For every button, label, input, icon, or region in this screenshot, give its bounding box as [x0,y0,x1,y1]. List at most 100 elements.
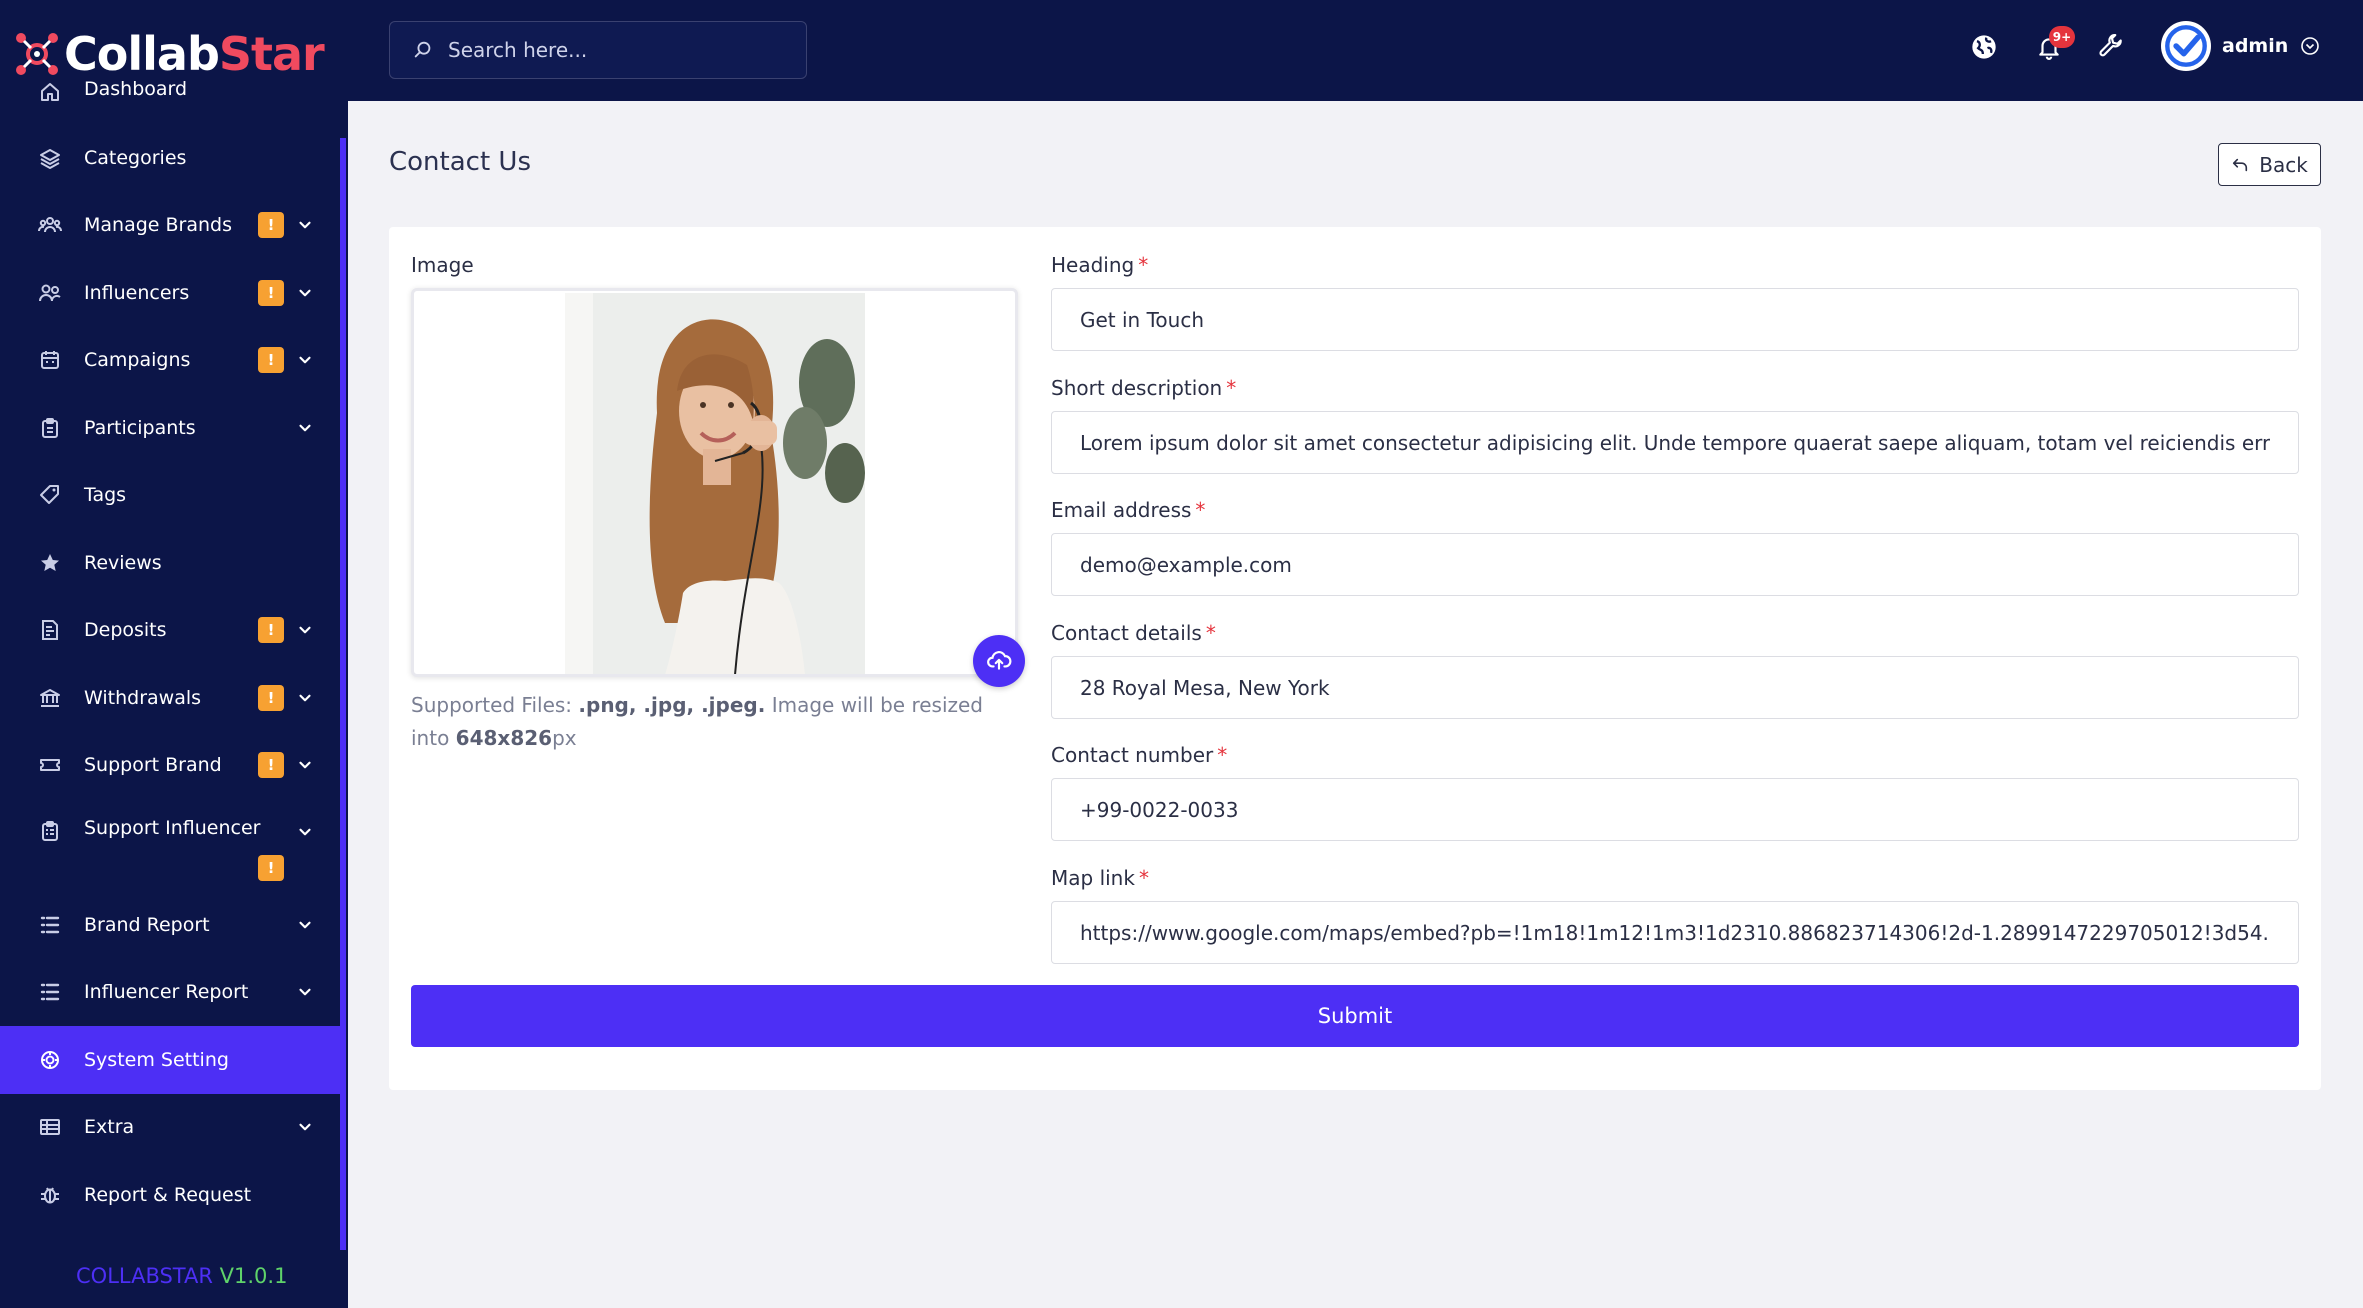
sidebar-scrollbar[interactable] [340,138,346,1250]
layers-icon [36,144,64,172]
sidebar-item-withdrawals[interactable]: Withdrawals! [0,664,340,732]
contact-details-field[interactable] [1051,656,2299,719]
contact-details-label: Contact details * [1051,621,1216,645]
brand-name: CollabStar [64,27,325,81]
email-field[interactable] [1051,533,2299,596]
verified-check-icon [2165,25,2207,67]
image-help-text: Supported Files: .png, .jpg, .jpeg. Imag… [411,693,983,750]
alert-badge: ! [258,855,284,881]
heading-field[interactable] [1051,288,2299,351]
upload-image-button[interactable] [973,635,1025,687]
alert-badge: ! [258,212,284,239]
email-label: Email address * [1051,498,1206,522]
sidebar-item-deposits[interactable]: Deposits! [0,597,340,665]
username[interactable]: admin [2222,35,2288,57]
logo-mark-icon [16,33,58,75]
sidebar-item-label: Categories [84,146,187,169]
sidebar-item-label: Tags [84,484,127,507]
brand-logo[interactable]: CollabStar [12,22,325,86]
sidebar-item-label: Report & Request [84,1183,252,1206]
receipt-icon [36,616,64,644]
back-button[interactable]: Back [2218,143,2321,186]
contact-number-input[interactable] [1052,779,2298,840]
chevron-down-icon[interactable] [294,619,316,641]
sidebar-item-label: Support Brand [84,754,222,777]
contact-form-card: Image Supported Files: .png, .jpg, .jpeg… [389,227,2321,1090]
sidebar-item-participants[interactable]: Participants [0,394,340,462]
heading-label: Heading * [1051,253,1149,277]
search-icon [414,41,431,58]
sidebar-item-support-influencer[interactable]: Support Influencer! [0,799,340,891]
users-group-icon [36,211,64,239]
clipboard-list-icon [36,817,64,845]
sidebar-item-label: Reviews [84,551,162,574]
cloud-upload-icon [987,651,1012,670]
settings-icon [36,1046,64,1074]
sidebar-item-dashboard[interactable]: Dashboard [0,78,340,124]
alert-badge: ! [258,279,284,306]
sidebar-item-brand-report[interactable]: Brand Report [0,891,340,959]
chevron-down-icon[interactable] [294,214,316,236]
sidebar-item-label: Influencers [84,281,190,304]
avatar[interactable] [2161,21,2211,71]
alert-badge: ! [258,617,284,644]
wrench-icon[interactable] [2095,30,2129,64]
contact-number-label: Contact number * [1051,743,1228,767]
chevron-down-icon[interactable] [294,349,316,371]
list-icon [36,978,64,1006]
sidebar-item-label: Dashboard [84,78,188,100]
table-icon [36,1113,64,1141]
chevron-down-icon[interactable] [294,914,316,936]
sidebar-item-label: Brand Report [84,913,210,936]
heading-input[interactable] [1052,289,2298,350]
language-globe-icon[interactable] [1967,30,2001,64]
email-input[interactable] [1052,534,2298,595]
search-bar[interactable] [389,21,807,79]
submit-button[interactable]: Submit [411,985,2299,1047]
chevron-down-icon[interactable] [294,687,316,709]
chevron-down-circle-icon[interactable] [2300,36,2320,56]
sidebar-item-label: Withdrawals [84,686,202,709]
top-header: 9+ admin [348,0,2363,101]
sidebar-item-extra[interactable]: Extra [0,1094,340,1162]
chevron-down-icon[interactable] [294,821,316,843]
chevron-down-icon[interactable] [294,754,316,776]
chevron-down-icon[interactable] [294,417,316,439]
map-link-input[interactable] [1052,902,2298,963]
home-icon [36,78,64,106]
sidebar-item-influencers[interactable]: Influencers! [0,259,340,327]
tag-icon [36,481,64,509]
sidebar-item-categories[interactable]: Categories [0,124,340,192]
contact-details-input[interactable] [1052,657,2298,718]
users-icon [36,279,64,307]
alert-badge: ! [258,684,284,711]
sidebar-item-label: System Setting [84,1048,229,1071]
sidebar-item-campaigns[interactable]: Campaigns! [0,327,340,395]
sidebar-item-label: Campaigns [84,349,191,372]
short-description-field[interactable] [1051,411,2299,474]
chevron-down-icon[interactable] [294,981,316,1003]
sidebar-item-manage-brands[interactable]: Manage Brands! [0,192,340,260]
short-description-input[interactable] [1052,412,2298,473]
contact-number-field[interactable] [1051,778,2299,841]
clipboard-icon [36,414,64,442]
map-link-field[interactable] [1051,901,2299,964]
search-input[interactable] [448,38,768,62]
sidebar-item-support-brand[interactable]: Support Brand! [0,732,340,800]
image-preview [411,288,1018,677]
contact-photo [565,293,865,674]
sidebar-item-tags[interactable]: Tags [0,462,340,530]
chevron-down-icon[interactable] [294,1116,316,1138]
calendar-icon [36,346,64,374]
version-label: COLLABSTAR V1.0.1 [76,1264,288,1288]
sidebar-item-reviews[interactable]: Reviews [0,529,340,597]
alert-badge: ! [258,752,284,779]
chevron-down-icon[interactable] [294,282,316,304]
sidebar-item-report-request[interactable]: Report & Request [0,1161,340,1229]
sidebar-item-influencer-report[interactable]: Influencer Report [0,959,340,1027]
list-icon [36,911,64,939]
sidebar-item-label: Manage Brands [84,214,233,237]
image-label: Image [411,253,474,277]
sidebar-item-system-setting[interactable]: System Setting [0,1026,340,1094]
sidebar-item-label: Participants [84,416,196,439]
